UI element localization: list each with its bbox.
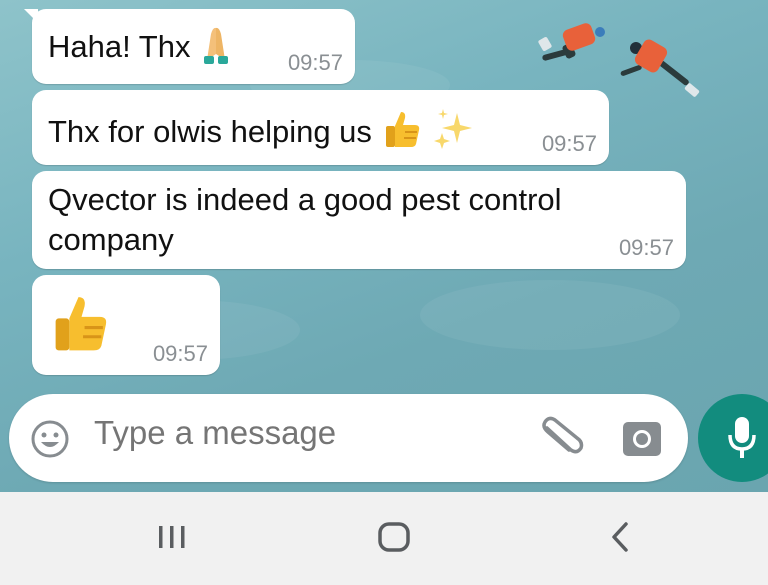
bubble-tail [24,9,38,23]
camera-icon[interactable] [621,418,663,463]
message-time: 09:57 [618,235,674,260]
message-composer[interactable] [9,394,688,482]
message-bubble[interactable]: Thx for olwis helping us 09:57 [32,90,609,165]
paperclip-icon[interactable] [537,416,585,465]
smiley-icon[interactable] [29,418,71,465]
message-time: 09:57 [152,341,208,366]
message-time: 09:57 [541,131,597,156]
message-text: Haha! Thx [48,29,191,65]
message-bubble[interactable]: 09:57 [32,275,220,375]
message-bubble[interactable]: Haha! Thx 09:57 [24,9,355,84]
message-text: Thx for olwis helping us [48,114,372,150]
message-time: 09:57 [287,50,343,75]
microphone-icon [726,415,758,466]
message-bubble[interactable]: Qvector is indeed a good pest control co… [32,171,686,269]
recent-apps-icon[interactable] [142,512,202,562]
folded-hands-icon [199,24,233,74]
thumbs-up-icon [381,108,423,160]
home-icon[interactable] [364,512,424,562]
message-input[interactable] [94,414,514,452]
sparkles-icon [431,107,475,161]
system-navigation-bar [0,492,768,585]
back-icon[interactable] [590,512,650,562]
message-text-line: Qvector is indeed a good pest control [48,182,562,217]
thumbs-up-icon [48,291,112,365]
message-text-line: company [48,222,174,257]
